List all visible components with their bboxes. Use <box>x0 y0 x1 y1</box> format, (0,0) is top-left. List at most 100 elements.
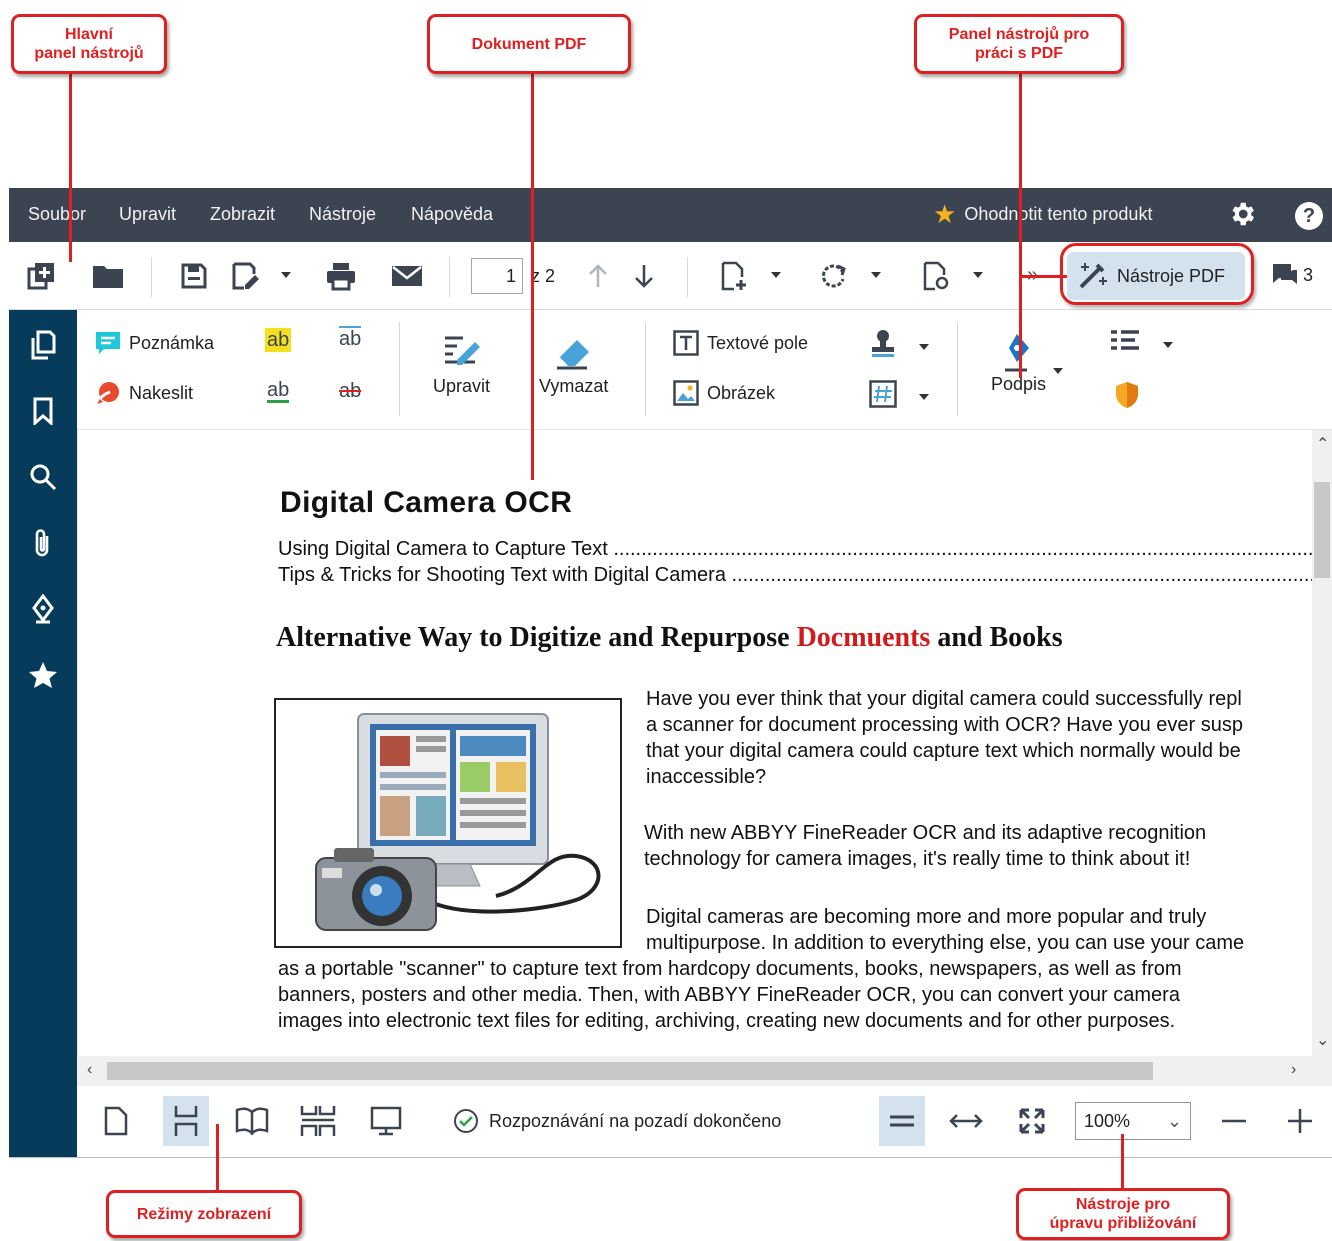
signatures-panel-button[interactable] <box>26 592 60 626</box>
horizontal-arrows-icon <box>949 1114 983 1128</box>
hash-box-icon <box>869 380 897 408</box>
signature-dropdown-arrow[interactable] <box>1053 368 1063 374</box>
note-icon <box>95 330 121 356</box>
check-circle-icon <box>454 1109 478 1133</box>
note-label: Poznámka <box>129 332 215 353</box>
image-label: Obrázek <box>707 382 776 403</box>
expand-icon <box>1019 1108 1045 1134</box>
star-icon <box>29 662 57 688</box>
single-page-view-button[interactable] <box>93 1096 139 1146</box>
comments-icon <box>1273 264 1297 284</box>
page-number-input[interactable]: 1 <box>471 258 523 294</box>
rate-product-link[interactable]: ★ Ohodnotit tento produkt <box>933 199 1152 229</box>
help-icon[interactable]: ? <box>1295 202 1323 230</box>
save-as-dropdown-arrow[interactable] <box>281 272 291 278</box>
save-icon <box>181 263 207 289</box>
zoom-select[interactable]: 100% ⌄ <box>1075 1102 1191 1140</box>
redact-tool[interactable] <box>1109 328 1141 354</box>
scroll-down-icon[interactable]: ⌄ <box>1316 1030 1329 1050</box>
menu-bar: Soubor Upravit Zobrazit Nástroje Nápověd… <box>9 188 1332 242</box>
add-pages-button[interactable] <box>717 260 751 292</box>
paragraph: With new ABBYY FineReader OCR and its ad… <box>644 822 1207 870</box>
erase-tool[interactable]: Vymazat <box>539 332 608 397</box>
save-as-button[interactable] <box>229 260 265 292</box>
menu-view[interactable]: Zobrazit <box>210 204 275 225</box>
two-page-scroll-view-button[interactable] <box>295 1096 341 1146</box>
bates-number-tool[interactable] <box>869 380 897 408</box>
comments-button[interactable]: 3 <box>1271 262 1313 288</box>
horizontal-scroll-thumb[interactable] <box>107 1062 1153 1080</box>
stamp-tool[interactable] <box>869 328 897 358</box>
minus-icon <box>1222 1119 1246 1123</box>
pages-icon <box>31 330 56 360</box>
bookmarks-panel-button[interactable] <box>26 394 60 428</box>
next-page-button[interactable] <box>631 260 657 292</box>
menu-help[interactable]: Nápověda <box>411 204 493 225</box>
vertical-scrollbar[interactable]: ⌃ ⌄ <box>1312 430 1332 1056</box>
recognize-button[interactable] <box>919 260 953 292</box>
two-page-view-button[interactable] <box>229 1096 275 1146</box>
arrow-down-icon <box>635 265 653 288</box>
search-panel-button[interactable] <box>26 460 60 494</box>
menu-tools[interactable]: Nástroje <box>309 204 376 225</box>
favorites-panel-button[interactable] <box>26 658 60 692</box>
toolbar-separator <box>645 322 646 416</box>
pdf-document-view[interactable]: Digital Camera OCR Using Digital Camera … <box>77 430 1332 1056</box>
fit-width-button[interactable] <box>879 1096 925 1146</box>
gear-icon[interactable] <box>1227 199 1257 229</box>
pages-panel-button[interactable] <box>26 328 60 362</box>
text-field-tool[interactable]: Textové pole <box>673 330 808 356</box>
paragraph: Digital cameras are becoming more and mo… <box>646 906 1245 954</box>
callout-view-modes: Režimy zobrazení <box>106 1190 302 1238</box>
zoom-in-button[interactable] <box>1277 1096 1323 1146</box>
underline-tool[interactable]: ab <box>267 380 290 403</box>
stamp-dropdown-arrow[interactable] <box>919 344 929 350</box>
callout-zoom-tools: Nástroje pro úpravu přibližování <box>1016 1188 1230 1240</box>
shield-icon <box>1116 382 1138 408</box>
vertical-scroll-thumb[interactable] <box>1314 482 1330 578</box>
draw-label: Nakeslit <box>129 382 194 403</box>
scroll-right-icon[interactable]: › <box>1291 1061 1296 1079</box>
star-icon: ★ <box>933 199 957 229</box>
paperclip-icon <box>35 529 49 557</box>
email-button[interactable] <box>389 260 425 292</box>
previous-page-button[interactable] <box>585 260 611 292</box>
full-screen-view-button[interactable] <box>363 1096 409 1146</box>
attachments-panel-button[interactable] <box>26 526 60 560</box>
image-tool[interactable]: Obrázek <box>673 380 775 406</box>
callout-line-zoom-tools <box>1121 1134 1124 1188</box>
strikethrough-tool[interactable]: ab <box>339 380 361 402</box>
open-button[interactable] <box>89 260 127 292</box>
pdf-page: Digital Camera OCR Using Digital Camera … <box>274 430 1332 1056</box>
menu-edit[interactable]: Upravit <box>119 204 176 225</box>
security-tool[interactable] <box>1113 380 1141 410</box>
print-button[interactable] <box>323 260 359 292</box>
equals-icon <box>890 1115 914 1127</box>
strikethrough-icon: ab <box>339 380 362 402</box>
pdf-tools-highlight-ring <box>1060 243 1254 305</box>
edit-text-tool[interactable]: Upravit <box>433 332 490 397</box>
redact-dropdown-arrow[interactable] <box>1163 342 1173 348</box>
rotate-button[interactable] <box>817 260 851 292</box>
recognition-status: Rozpoznávání na pozadí dokončeno <box>453 1108 781 1134</box>
horizontal-scrollbar[interactable]: ‹ › <box>77 1056 1332 1086</box>
scroll-view-button[interactable] <box>163 1096 209 1146</box>
fit-page-button[interactable] <box>1009 1096 1055 1146</box>
add-pages-dropdown-arrow[interactable] <box>771 272 781 278</box>
scroll-left-icon[interactable]: ‹ <box>87 1061 92 1079</box>
bates-dropdown-arrow[interactable] <box>919 394 929 400</box>
recognize-dropdown-arrow[interactable] <box>973 272 983 278</box>
menu-file[interactable]: Soubor <box>28 204 86 225</box>
draw-tool[interactable]: Nakeslit <box>95 380 193 406</box>
continuous-scroll-icon <box>174 1106 198 1136</box>
highlight-tool[interactable]: ab <box>265 328 292 352</box>
toolbar-separator <box>449 257 450 297</box>
save-button[interactable] <box>177 260 211 292</box>
scroll-up-icon[interactable]: ⌃ <box>1316 434 1329 454</box>
fit-page-width-button[interactable] <box>943 1096 989 1146</box>
zoom-out-button[interactable] <box>1211 1096 1257 1146</box>
insert-text-tool[interactable]: ab <box>339 326 362 350</box>
rotate-dropdown-arrow[interactable] <box>871 272 881 278</box>
note-tool[interactable]: Poznámka <box>95 330 214 356</box>
new-document-button[interactable] <box>23 260 59 292</box>
